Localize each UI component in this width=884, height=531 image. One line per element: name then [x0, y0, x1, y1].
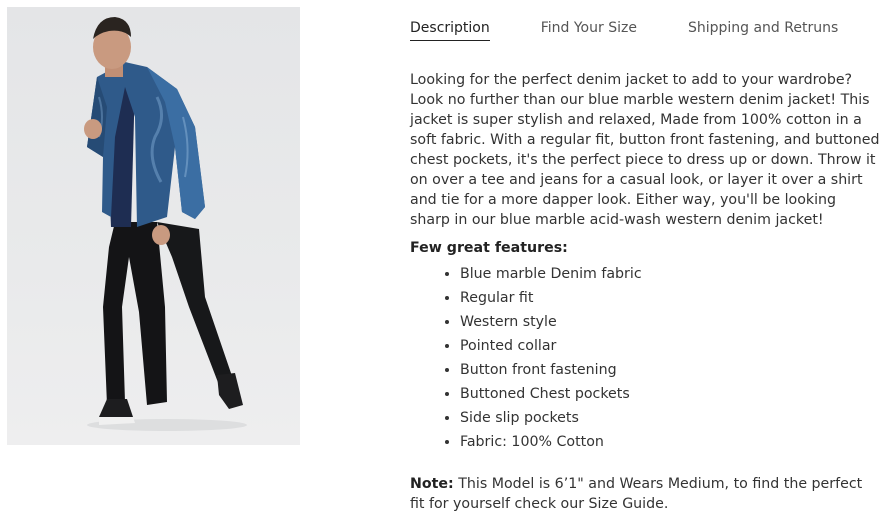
- list-item: Regular fit: [460, 286, 880, 310]
- note-label: Note:: [410, 476, 454, 492]
- list-item: Blue marble Denim fabric: [460, 262, 880, 286]
- product-photo: [7, 7, 300, 445]
- product-description: Looking for the perfect denim jacket to …: [410, 72, 880, 228]
- product-info: Description Find Your Size Shipping and …: [410, 18, 880, 514]
- tab-description[interactable]: Description: [410, 18, 490, 41]
- tab-shipping-and-returns[interactable]: Shipping and Retruns: [688, 18, 838, 40]
- features-list: Blue marble Denim fabric Regular fit Wes…: [410, 262, 880, 454]
- note-text: This Model is 6’1" and Wears Medium, to …: [410, 476, 863, 512]
- list-item: Buttoned Chest pockets: [460, 382, 880, 406]
- fit-note: Note: This Model is 6’1" and Wears Mediu…: [410, 474, 880, 514]
- list-item: Side slip pockets: [460, 406, 880, 430]
- product-details-page: Description Find Your Size Shipping and …: [0, 0, 884, 531]
- tab-bar: Description Find Your Size Shipping and …: [410, 18, 880, 48]
- tab-find-your-size[interactable]: Find Your Size: [541, 18, 637, 40]
- list-item: Button front fastening: [460, 358, 880, 382]
- list-item: Western style: [460, 310, 880, 334]
- features-heading: Few great features:: [410, 240, 568, 256]
- list-item: Fabric: 100% Cotton: [460, 430, 880, 454]
- list-item: Pointed collar: [460, 334, 880, 358]
